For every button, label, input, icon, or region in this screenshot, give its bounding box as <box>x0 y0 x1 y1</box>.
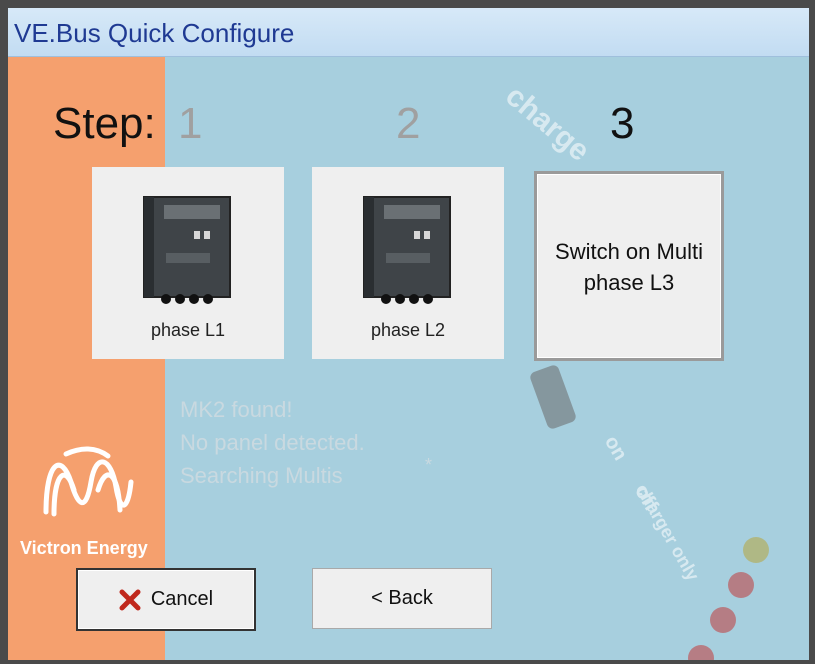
phase-l3-tile: Switch on Multi phase L3 <box>534 171 724 361</box>
back-button[interactable]: < Back <box>312 568 492 629</box>
watermark-led-icon <box>743 537 769 563</box>
phase-l2-label: phase L2 <box>370 320 446 340</box>
watermark-led-icon <box>710 607 736 633</box>
phase-l1-label: phase L1 <box>150 320 226 340</box>
watermark-led-icon <box>688 645 714 660</box>
close-icon <box>119 589 141 611</box>
cancel-button-label: Cancel <box>150 588 214 610</box>
watermark-on-text: on <box>600 432 632 465</box>
dialog-window: VE.Bus Quick Configure Victron Energy ch… <box>0 0 815 664</box>
busy-indicator: * <box>425 455 433 475</box>
phase-l1-tile: phase L1 <box>92 167 284 359</box>
status-line-searching: Searching Multis <box>180 463 343 488</box>
multi-inverter-icon <box>143 196 231 304</box>
phase-l3-instruction: Switch on Multi phase L3 <box>555 239 703 295</box>
victron-logo-icon <box>43 446 134 517</box>
status-messages: MK2 found! No panel detected. Searching … <box>180 393 365 492</box>
step-number-2: 2 <box>396 99 421 148</box>
window-title: VE.Bus Quick Configure <box>14 18 295 48</box>
status-line-panel: No panel detected. <box>180 430 365 455</box>
watermark-switch-icon <box>528 363 578 431</box>
brand-name: Victron Energy <box>20 538 148 558</box>
step-number-1: 1 <box>178 99 203 148</box>
title-bar: VE.Bus Quick Configure <box>8 8 809 57</box>
dialog-content: Victron Energy charge on off charger onl… <box>8 57 809 660</box>
watermark-led-icon <box>728 572 754 598</box>
status-line-mk2: MK2 found! <box>180 397 293 422</box>
step-number-3: 3 <box>610 99 635 148</box>
cancel-button[interactable]: Cancel <box>76 568 256 631</box>
step-label: Step: <box>53 99 156 148</box>
phase-l2-tile: phase L2 <box>312 167 504 359</box>
back-button-label: < Back <box>371 587 433 609</box>
watermark-charger-only-text: charger only <box>631 480 704 585</box>
watermark-charger-text: charge <box>499 79 596 168</box>
multi-inverter-icon <box>363 196 451 304</box>
